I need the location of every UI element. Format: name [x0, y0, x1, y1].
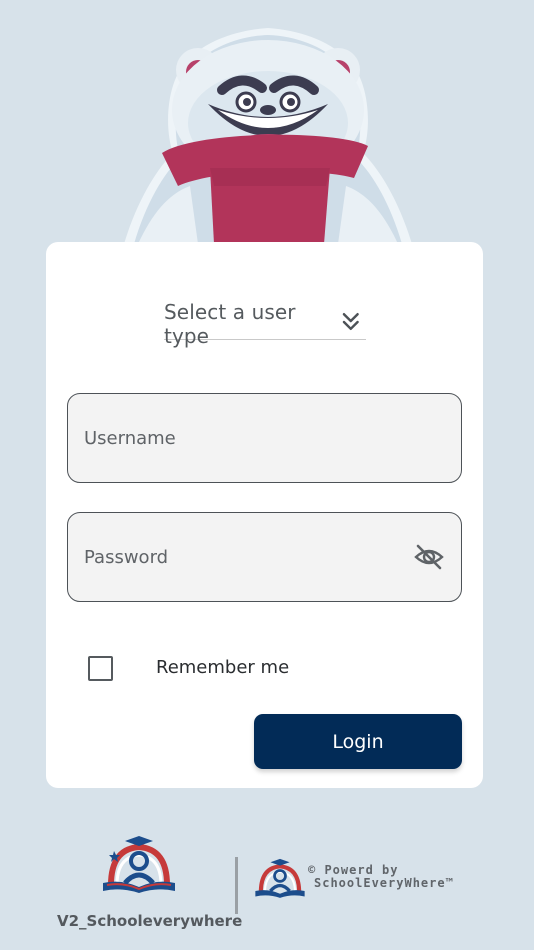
footer-divider — [235, 857, 238, 914]
username-placeholder: Username — [84, 427, 176, 449]
app-version-label: V2_Schooleverywhere — [57, 912, 243, 930]
user-type-label: Select a user type — [164, 299, 296, 348]
user-type-dropdown[interactable]: Select a user type — [164, 300, 366, 348]
login-screen: Select a user type Username Password Rem… — [0, 0, 534, 950]
school-everywhere-small-logo-icon — [255, 858, 305, 898]
remember-me-label[interactable]: Remember me — [156, 657, 289, 678]
username-field[interactable]: Username — [67, 393, 462, 483]
double-chevron-down-icon — [343, 312, 360, 330]
login-button[interactable]: Login — [254, 714, 462, 769]
powered-by-brand: SchoolEveryWhere™ — [314, 876, 454, 890]
password-field[interactable]: Password — [67, 512, 462, 602]
school-everywhere-logo-icon — [103, 836, 175, 893]
password-placeholder: Password — [84, 546, 169, 568]
polar-bear-mascot-icon — [124, 28, 412, 244]
remember-me-checkbox[interactable] — [88, 656, 113, 681]
powered-by-text: © Powerd by SchoolEveryWhere™ — [308, 864, 454, 890]
eye-slash-icon[interactable] — [413, 541, 445, 573]
login-card: Select a user type Username Password Rem… — [46, 242, 483, 788]
